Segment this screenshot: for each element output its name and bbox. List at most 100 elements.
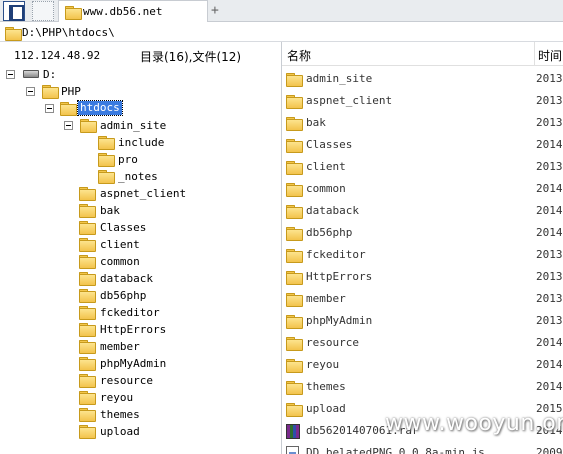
tree-item-label: resource (100, 374, 153, 387)
column-header-time[interactable]: 时间 (538, 47, 562, 64)
file-icon (286, 446, 299, 454)
collapse-icon[interactable] (26, 87, 35, 96)
collapse-icon[interactable] (64, 121, 73, 130)
tree-item-label: aspnet_client (100, 187, 187, 200)
collapse-icon[interactable] (45, 104, 54, 113)
list-item[interactable]: aspnet_client 2013- (282, 91, 563, 113)
tree-item-label: reyou (100, 391, 134, 404)
tab-bar: www.db56.net + (0, 0, 563, 22)
list-item[interactable]: themes 2014- (282, 377, 563, 399)
list-item-time: 2009- (536, 446, 563, 454)
tab-site[interactable]: www.db56.net (58, 0, 208, 22)
folder-icon (80, 119, 97, 133)
list-item-name: fckeditor (306, 248, 366, 261)
list-item-name: themes (306, 380, 346, 393)
folder-icon (5, 27, 22, 41)
tree-item-label: HttpErrors (100, 323, 167, 336)
tree-item-label: PHP (61, 85, 81, 98)
address-path[interactable]: D:\PHP\htdocs\ (22, 26, 115, 39)
list-item[interactable]: fckeditor 2013- (282, 245, 563, 267)
list-item-name: HttpErrors (306, 270, 373, 283)
list-item-time: 2014- (536, 226, 563, 239)
folder-icon (286, 315, 303, 329)
archive-icon (286, 424, 300, 439)
tree-item-label: client (100, 238, 140, 251)
tree-item-label: fckeditor (100, 306, 160, 319)
list-item-time: 2014- (536, 336, 563, 349)
list-item[interactable]: admin_site 2013- (282, 69, 563, 91)
tree-item-label: member (100, 340, 140, 353)
folder-icon (79, 204, 96, 218)
folder-icon (42, 85, 59, 99)
tree-item-label: admin_site (100, 119, 167, 132)
list-item-name: db56php (306, 226, 353, 239)
folder-icon (79, 374, 96, 388)
folder-icon (286, 337, 303, 351)
list-item-name: upload (306, 402, 346, 415)
list-item[interactable]: bak 2013- (282, 113, 563, 135)
folder-icon (79, 340, 96, 354)
list-item-name: DD_belatedPNG_0.0.8a-min.js (306, 446, 485, 454)
list-item-time: 2014- (536, 138, 563, 151)
list-item[interactable]: db56php 2014- (282, 223, 563, 245)
list-item-name: resource (306, 336, 359, 349)
tree-item-label-selected: htdocs (77, 100, 123, 116)
folder-icon (286, 403, 303, 417)
list-item[interactable]: phpMyAdmin 2013- (282, 311, 563, 333)
folder-icon (79, 255, 96, 269)
folder-icon (79, 272, 96, 286)
list-item-time: 2013- (536, 72, 563, 85)
list-item-name: aspnet_client (306, 94, 393, 107)
folder-icon (79, 357, 96, 371)
column-separator[interactable] (534, 42, 535, 66)
item-counts: 目录(16),文件(12) (140, 50, 242, 64)
tree-item-label: pro (118, 153, 138, 166)
folder-icon (79, 289, 96, 303)
list-item[interactable]: client 2013- (282, 157, 563, 179)
folder-icon (79, 425, 96, 439)
list-item-name: bak (306, 116, 326, 129)
folder-icon (79, 391, 96, 405)
add-tab-button[interactable]: + (211, 3, 219, 18)
list-item-name: phpMyAdmin (306, 314, 373, 327)
tree-item-label: _notes (118, 170, 158, 183)
server-ip: 112.124.48.92 (14, 49, 101, 62)
list-item[interactable]: HttpErrors 2013- (282, 267, 563, 289)
list-item-time: 2013- (536, 270, 563, 283)
list-item[interactable]: DD_belatedPNG_0.0.8a-min.js 2009- (282, 443, 563, 454)
folder-icon (286, 73, 303, 87)
folder-open-icon (60, 102, 77, 116)
empty-tab-button[interactable] (32, 1, 54, 21)
list-item-time: 2014- (536, 358, 563, 371)
list-item[interactable]: common 2014- (282, 179, 563, 201)
list-item[interactable]: resource 2014- (282, 333, 563, 355)
list-item[interactable]: Classes 2014- (282, 135, 563, 157)
folder-icon (286, 249, 303, 263)
tab-title: www.db56.net (83, 5, 163, 18)
tree-item-label: D: (43, 68, 57, 81)
folder-icon (98, 136, 115, 150)
address-bar[interactable]: D:\PHP\htdocs\ (0, 23, 563, 42)
folder-icon (98, 153, 115, 167)
list-item-time: 2013- (536, 248, 563, 261)
folder-icon (286, 183, 303, 197)
tree-item-label: themes (100, 408, 140, 421)
tree-item-label: db56php (100, 289, 147, 302)
list-item-name: common (306, 182, 346, 195)
list-item-name: reyou (306, 358, 340, 371)
tree-item-label: Classes (100, 221, 147, 234)
list-item-time: 2013- (536, 116, 563, 129)
folder-icon (286, 139, 303, 153)
folder-icon (286, 161, 303, 175)
column-header-name[interactable]: 名称 (287, 47, 311, 64)
folder-icon (79, 221, 96, 235)
panel-toggle-button[interactable] (3, 1, 25, 21)
list-item-name: admin_site (306, 72, 373, 85)
collapse-icon[interactable] (6, 70, 15, 79)
list-item-time: 2014- (536, 182, 563, 195)
list-item[interactable]: reyou 2014- (282, 355, 563, 377)
list-item[interactable]: databack 2014- (282, 201, 563, 223)
tree-item-label: include (118, 136, 165, 149)
list-item[interactable]: member 2013- (282, 289, 563, 311)
list-header: 名称 时间 (282, 42, 563, 66)
